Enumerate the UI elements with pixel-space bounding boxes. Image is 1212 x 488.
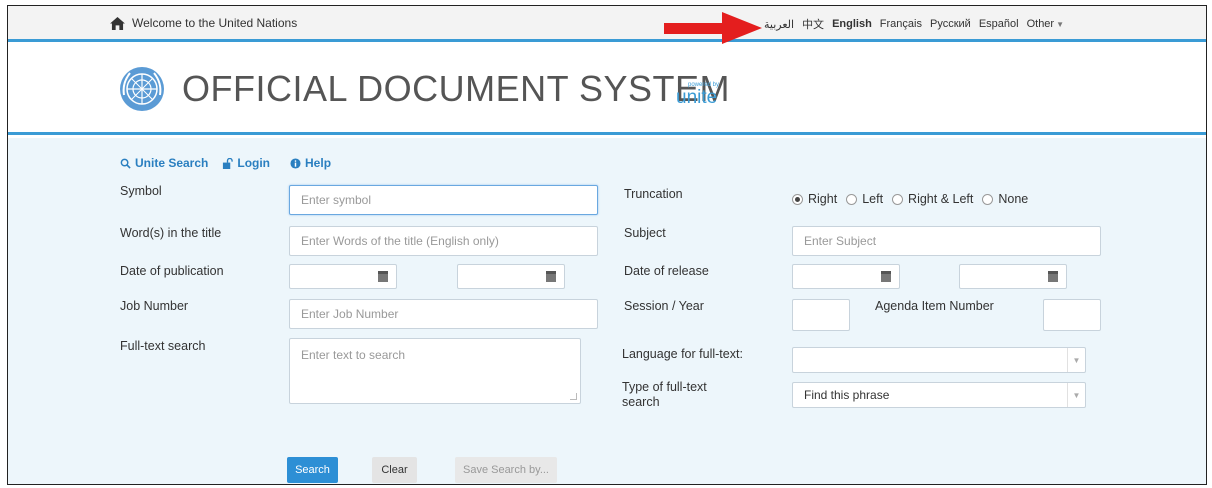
- top-bar: Welcome to the United Nations العربية 中文…: [8, 6, 1206, 44]
- lang-other-dropdown[interactable]: Other ▼: [1027, 18, 1064, 30]
- save-search-button[interactable]: Save Search by...: [455, 457, 557, 483]
- un-emblem-icon: [120, 67, 164, 111]
- date-release-to-input[interactable]: [959, 264, 1067, 289]
- title-words-input[interactable]: Enter Words of the title (English only): [289, 226, 598, 256]
- search-icon: [120, 158, 131, 169]
- title-words-placeholder: Enter Words of the title (English only): [301, 234, 499, 248]
- truncation-both-label: Right & Left: [908, 192, 974, 206]
- truncation-none-label: None: [998, 192, 1029, 206]
- utility-links: Unite Search Login Help: [120, 156, 331, 170]
- unite-search-link[interactable]: Unite Search: [120, 156, 208, 170]
- fulltext-type-value: Find this phrase: [804, 388, 890, 402]
- truncation-both-radio[interactable]: Right & Left: [892, 192, 973, 206]
- lang-french[interactable]: Français: [880, 18, 922, 30]
- fulltext-type-label: Type of full-text search: [622, 380, 707, 409]
- radio-selected-icon: [792, 193, 803, 205]
- unite-logo: powered by unite: [676, 82, 719, 108]
- truncation-right-radio[interactable]: Right: [792, 192, 837, 206]
- calendar-icon[interactable]: [881, 271, 891, 282]
- chevron-down-icon: ▼: [1056, 20, 1065, 29]
- date-publication-from-input[interactable]: [289, 264, 397, 289]
- calendar-icon[interactable]: [546, 271, 556, 282]
- help-label: Help: [305, 156, 332, 170]
- home-icon: [110, 16, 125, 30]
- calendar-icon[interactable]: [1048, 271, 1058, 282]
- lang-other: Other: [1026, 18, 1055, 30]
- info-icon: [290, 157, 301, 169]
- search-panel: Unite Search Login Help Symbol Enter sym…: [8, 138, 1206, 484]
- page-frame: Welcome to the United Nations العربية 中文…: [7, 5, 1207, 485]
- subject-input[interactable]: Enter Subject: [792, 226, 1101, 256]
- title-words-label: Word(s) in the title: [120, 226, 222, 240]
- session-year-label: Session / Year: [624, 299, 704, 313]
- fulltext-type-select[interactable]: Find this phrase ▼: [792, 382, 1086, 408]
- help-link[interactable]: Help: [290, 156, 331, 170]
- job-number-input[interactable]: Enter Job Number: [289, 299, 598, 329]
- symbol-placeholder: Enter symbol: [301, 193, 372, 207]
- radio-icon: [892, 193, 904, 205]
- fulltext-textarea[interactable]: Enter text to search: [289, 338, 581, 404]
- chevron-down-icon: ▼: [1067, 383, 1085, 407]
- fulltext-language-select[interactable]: ▼: [792, 347, 1086, 373]
- agenda-item-label: Agenda Item Number: [875, 299, 994, 313]
- date-release-label: Date of release: [624, 264, 709, 278]
- radio-icon: [982, 193, 994, 205]
- red-arrow-annotation: [664, 12, 762, 44]
- welcome-text: Welcome to the United Nations: [132, 16, 298, 30]
- lang-chinese[interactable]: 中文: [802, 16, 824, 32]
- radio-icon: [846, 193, 858, 205]
- truncation-label: Truncation: [624, 187, 683, 201]
- unite-search-label: Unite Search: [135, 156, 209, 170]
- truncation-radio-group: Right Left Right & Left None: [792, 192, 1028, 206]
- symbol-label: Symbol: [120, 184, 162, 198]
- session-year-input[interactable]: [792, 299, 850, 331]
- clear-button[interactable]: Clear: [372, 457, 417, 483]
- unite-wordmark: unite: [676, 87, 718, 108]
- search-button[interactable]: Search: [287, 457, 338, 483]
- fulltext-placeholder: Enter text to search: [301, 348, 406, 362]
- truncation-none-radio[interactable]: None: [982, 192, 1028, 206]
- page-title: OFFICIAL DOCUMENT SYSTEM: [182, 68, 731, 109]
- truncation-left-radio[interactable]: Left: [846, 192, 883, 206]
- login-label: Login: [237, 156, 271, 170]
- fulltext-label: Full-text search: [120, 339, 206, 353]
- chevron-down-icon: ▼: [1067, 348, 1085, 372]
- date-release-from-input[interactable]: [792, 264, 900, 289]
- calendar-icon[interactable]: [378, 271, 388, 282]
- login-link[interactable]: Login: [222, 156, 270, 170]
- truncation-left-label: Left: [862, 192, 884, 206]
- language-switcher: العربية 中文 English Français Русский Espa…: [764, 16, 1064, 32]
- agenda-item-input[interactable]: [1043, 299, 1101, 331]
- unlock-icon: [223, 157, 234, 169]
- lang-spanish[interactable]: Español: [979, 18, 1019, 30]
- date-publication-to-input[interactable]: [457, 264, 565, 289]
- subject-placeholder: Enter Subject: [804, 234, 877, 248]
- job-number-placeholder: Enter Job Number: [301, 307, 399, 321]
- lang-arabic[interactable]: العربية: [764, 18, 794, 31]
- job-number-label: Job Number: [120, 299, 189, 313]
- welcome-link[interactable]: Welcome to the United Nations: [110, 16, 297, 30]
- subject-label: Subject: [624, 226, 666, 240]
- resize-handle[interactable]: [570, 393, 577, 400]
- site-header: OFFICIAL DOCUMENT SYSTEM powered by unit…: [8, 45, 1206, 135]
- lang-english[interactable]: English: [832, 18, 872, 30]
- lang-russian[interactable]: Русский: [930, 18, 971, 30]
- fulltext-language-label: Language for full-text:: [622, 347, 743, 361]
- symbol-input[interactable]: Enter symbol: [289, 185, 598, 215]
- truncation-right-label: Right: [808, 192, 838, 206]
- date-publication-label: Date of publication: [120, 264, 224, 278]
